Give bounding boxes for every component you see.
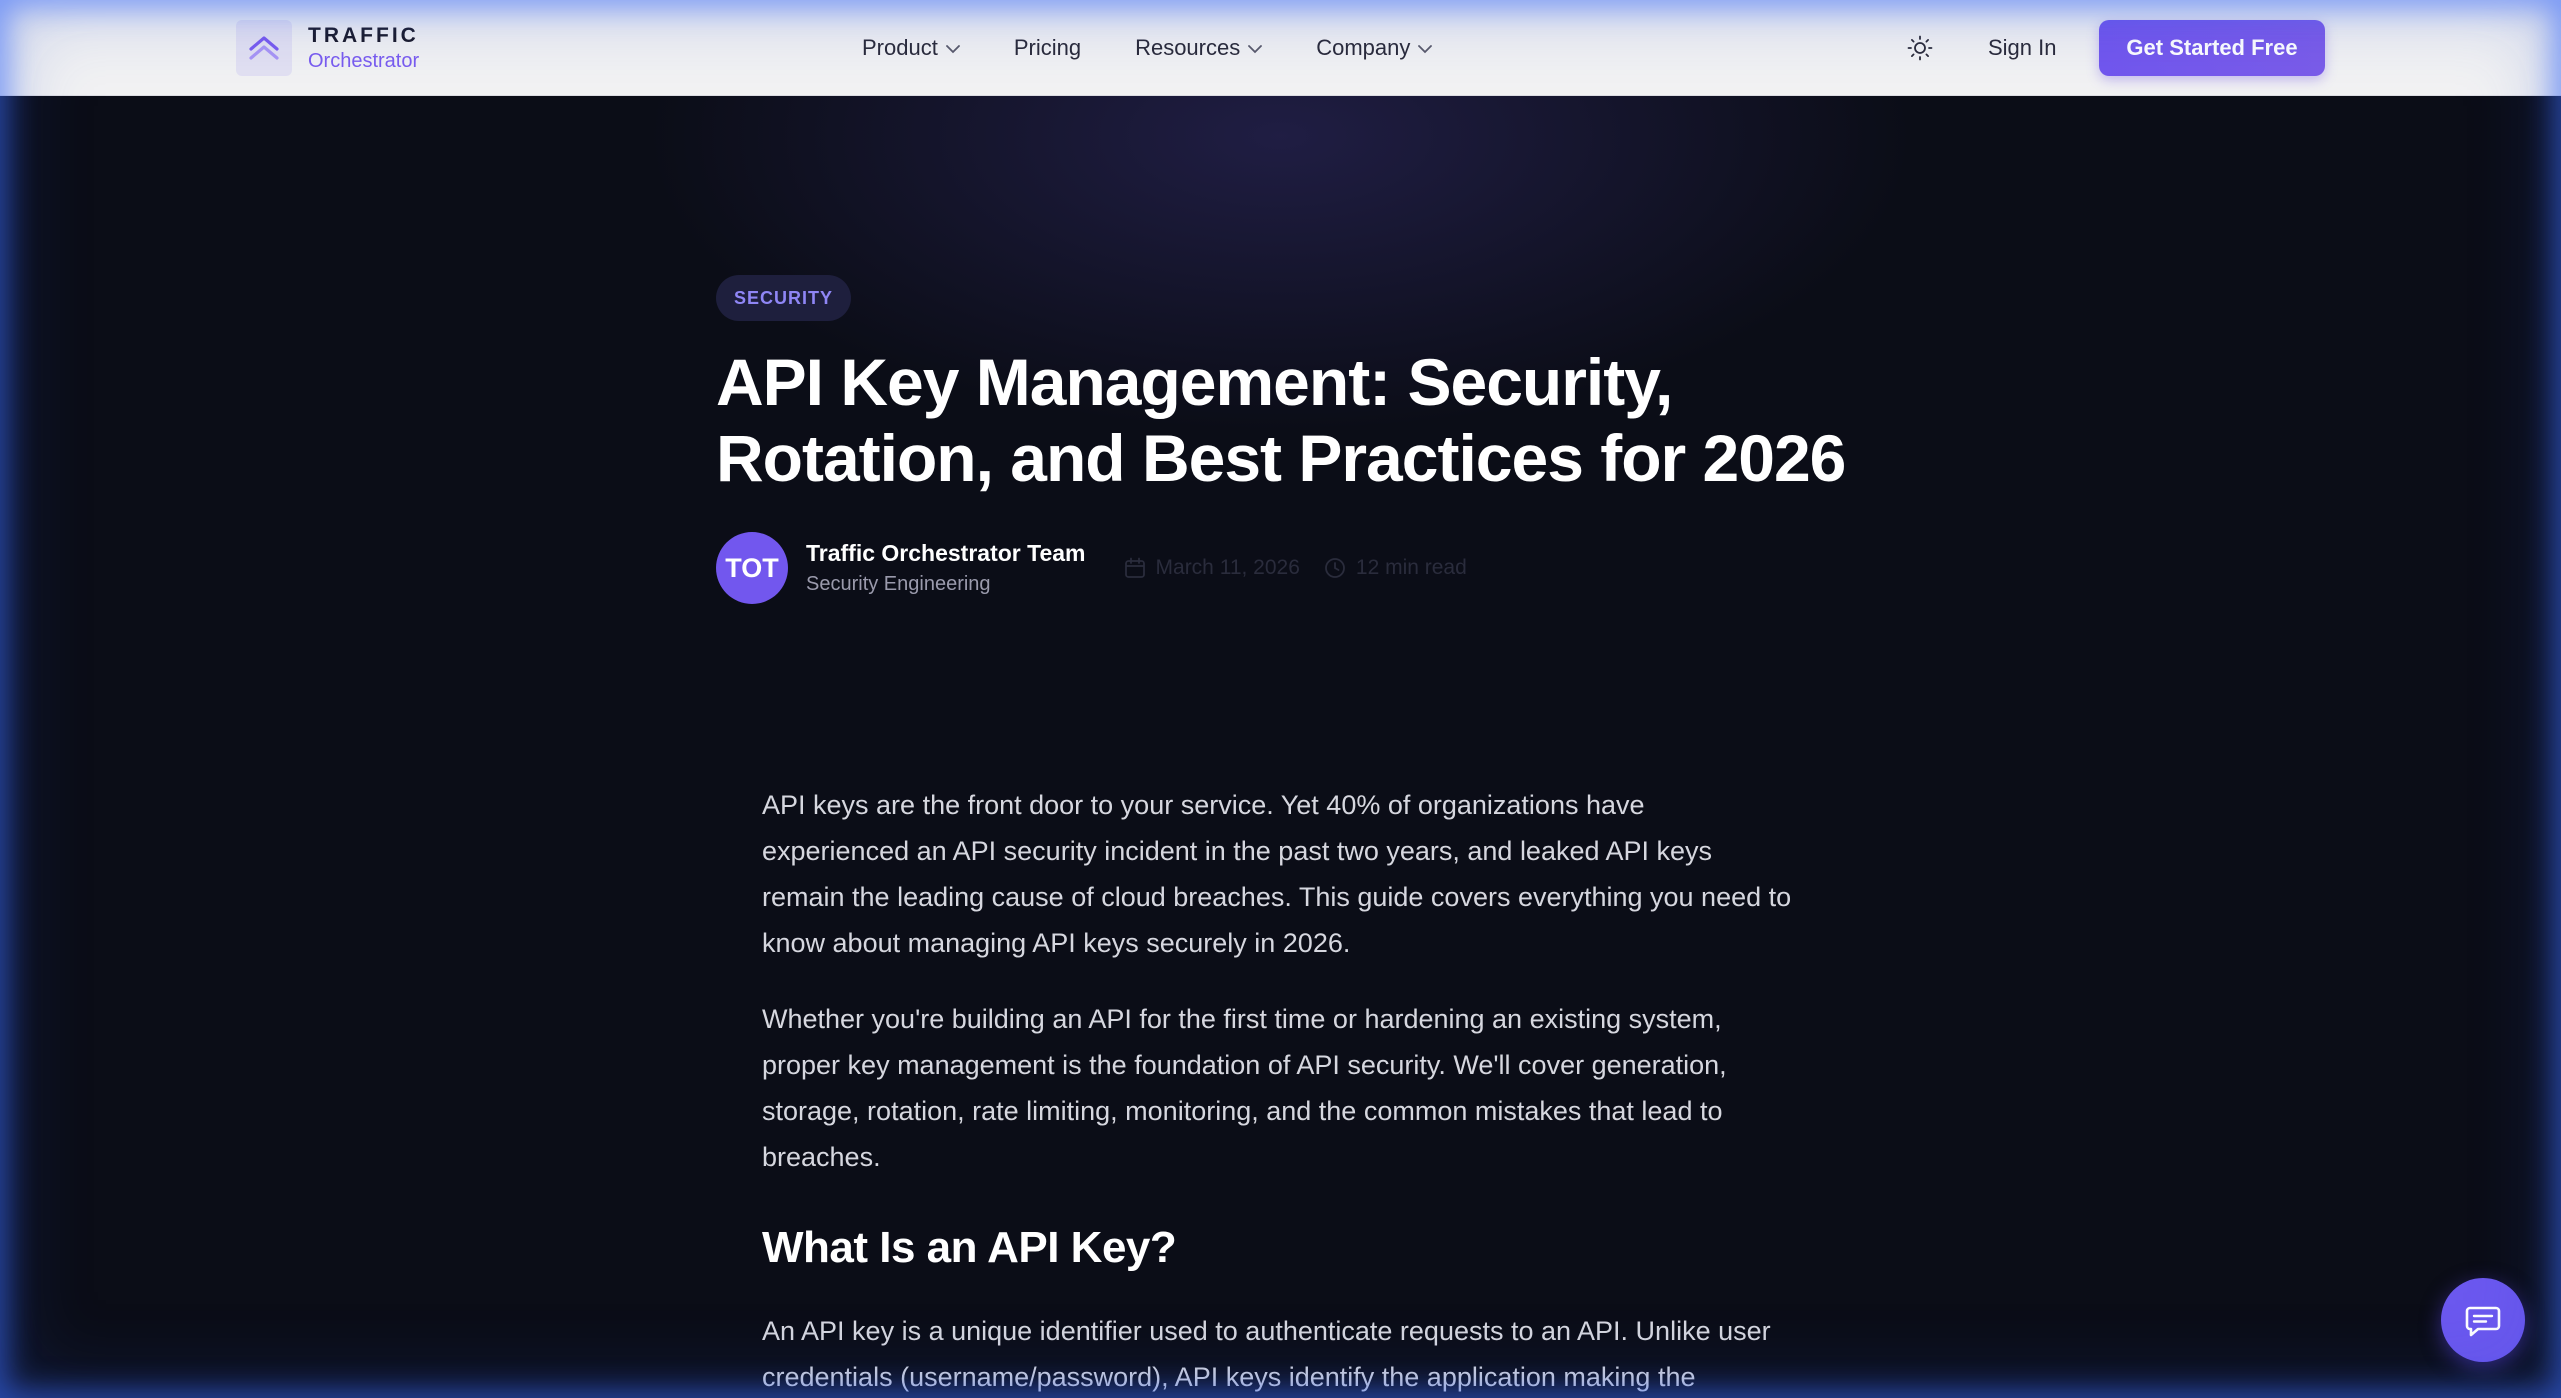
nav-resources[interactable]: Resources: [1135, 35, 1263, 61]
logo-text: TRAFFIC Orchestrator: [308, 25, 419, 71]
nav-pricing[interactable]: Pricing: [1014, 35, 1081, 61]
calendar-icon: [1124, 557, 1145, 578]
sign-in-link[interactable]: Sign In: [1988, 0, 2057, 96]
section-heading: What Is an API Key?: [762, 1223, 1177, 1272]
author-role: Security Engineering: [806, 573, 991, 595]
chevron-down-icon: [945, 44, 960, 53]
page: TRAFFIC Orchestrator Product Pricing Res…: [0, 0, 2561, 1398]
nav-resources-label: Resources: [1135, 35, 1241, 60]
nav-pricing-label: Pricing: [1013, 35, 1082, 60]
category-badge[interactable]: SECURITY: [716, 275, 852, 321]
logo-chevron-icon: [236, 20, 292, 76]
main-nav: Product Pricing Resources Company: [862, 0, 1486, 96]
site-header: TRAFFIC Orchestrator Product Pricing Res…: [0, 0, 2561, 96]
nav-product[interactable]: Product: [862, 35, 960, 61]
article-body: API keys are the front door to your serv…: [762, 782, 1792, 1398]
logo-wordmark-top: TRAFFIC: [308, 24, 419, 47]
clock-icon: [1324, 558, 1345, 578]
chat-button[interactable]: [2441, 1278, 2525, 1362]
nav-company-label: Company: [1316, 35, 1411, 60]
logo-wordmark-bottom: Orchestrator: [308, 50, 420, 72]
author-row: TOT Traffic Orchestrator Team Security E…: [716, 532, 1467, 604]
article-paragraph: An API key is a unique identifier used t…: [762, 1316, 1771, 1392]
article-paragraph: Whether you're building an API for the f…: [762, 1004, 1727, 1172]
logo-link[interactable]: TRAFFIC Orchestrator: [236, 20, 419, 76]
read-time-text: 12 min read: [1355, 556, 1467, 579]
nav-company[interactable]: Company: [1316, 35, 1433, 61]
chevron-down-icon: [1248, 44, 1263, 53]
nav-product-label: Product: [862, 35, 938, 60]
sun-icon: [1907, 35, 1933, 61]
article-paragraph: API keys are the front door to your serv…: [762, 790, 1792, 958]
publish-date-text: March 11, 2026: [1155, 556, 1300, 579]
theme-toggle-button[interactable]: [1902, 30, 1938, 66]
author-name: Traffic Orchestrator Team: [806, 540, 1086, 566]
chevron-down-icon: [1418, 44, 1433, 53]
author-info: Traffic Orchestrator Team Security Engin…: [806, 540, 1086, 596]
avatar: TOT: [716, 532, 788, 604]
read-time: 12 min read: [1324, 556, 1467, 580]
chat-bubble-icon: [2465, 1306, 2501, 1337]
publish-date: March 11, 2026: [1124, 556, 1300, 580]
get-started-button[interactable]: Get Started Free: [2099, 20, 2325, 76]
article-title: API Key Management: Security, Rotation, …: [716, 345, 1846, 495]
